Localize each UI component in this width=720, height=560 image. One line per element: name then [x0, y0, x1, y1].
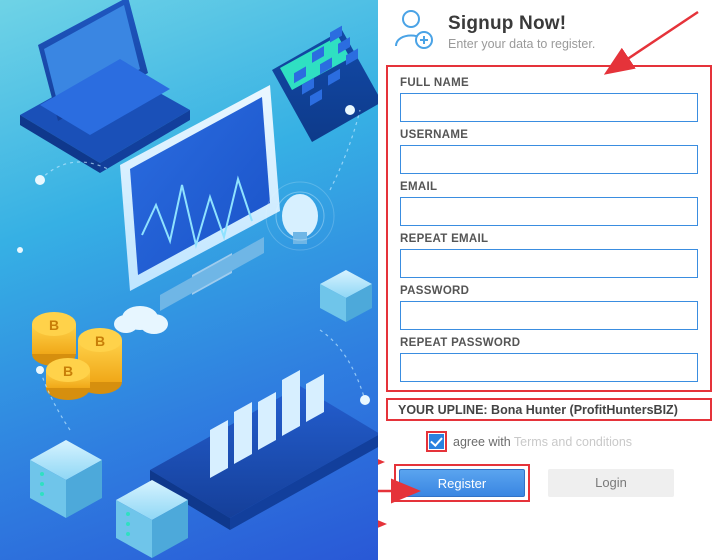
fullname-label: FULL NAME	[400, 77, 698, 89]
svg-text:B: B	[63, 363, 73, 379]
register-button[interactable]: Register	[399, 469, 525, 497]
svg-text:B: B	[95, 333, 105, 349]
user-add-icon	[390, 6, 436, 57]
agree-checkbox[interactable]	[429, 434, 444, 449]
fullname-input[interactable]	[400, 93, 698, 122]
upline-text: YOUR UPLINE: Bona Hunter (ProfitHuntersB…	[398, 403, 678, 417]
repeat-password-input[interactable]	[400, 353, 698, 382]
upline-info: YOUR UPLINE: Bona Hunter (ProfitHuntersB…	[386, 398, 712, 421]
signup-title: Signup Now!	[448, 13, 595, 35]
agree-label: agree with Terms and conditions	[453, 435, 632, 449]
signup-form: FULL NAME USERNAME EMAIL REPEAT EMAIL PA…	[386, 65, 712, 392]
svg-text:B: B	[49, 317, 59, 333]
hero-illustration: B B B	[0, 0, 378, 560]
repeat-email-input[interactable]	[400, 249, 698, 278]
terms-link[interactable]: Terms and conditions	[514, 435, 632, 449]
username-label: USERNAME	[400, 129, 698, 141]
login-button[interactable]: Login	[548, 469, 674, 497]
email-label: EMAIL	[400, 181, 698, 193]
password-input[interactable]	[400, 301, 698, 330]
username-input[interactable]	[400, 145, 698, 174]
repeat-email-label: REPEAT EMAIL	[400, 233, 698, 245]
signup-subtitle: Enter your data to register.	[448, 37, 595, 51]
email-input[interactable]	[400, 197, 698, 226]
repeat-password-label: REPEAT PASSWORD	[400, 337, 698, 349]
password-label: PASSWORD	[400, 285, 698, 297]
